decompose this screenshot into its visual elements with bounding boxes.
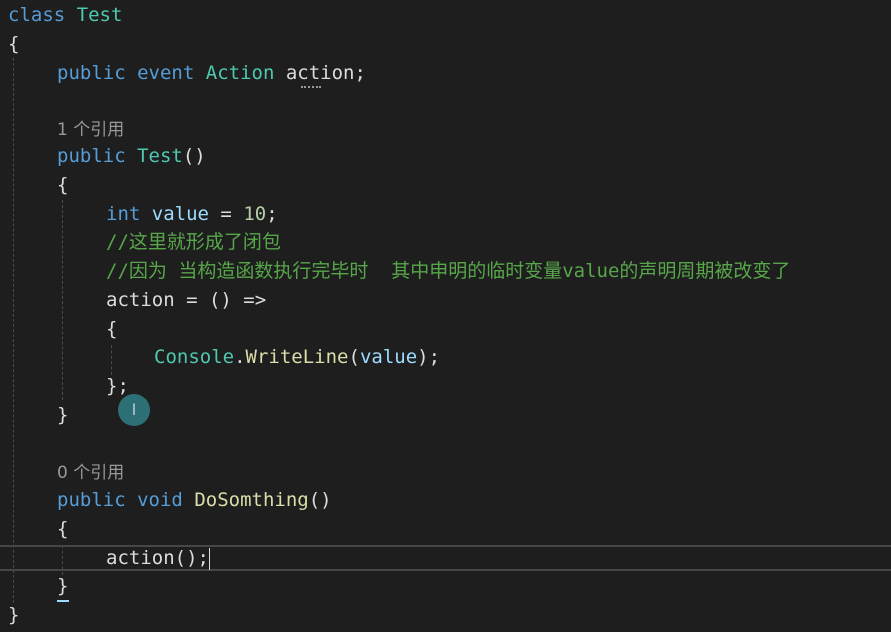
operator: = [208, 203, 244, 225]
class-name: Test [76, 4, 123, 26]
suggestion-dots[interactable] [301, 82, 321, 88]
code-line-7[interactable]: int value = 10; [106, 200, 278, 228]
parens: () [308, 489, 332, 511]
brace: { [106, 318, 118, 340]
codelens-label[interactable]: 0 个引用 [57, 463, 124, 483]
codelens-references-method[interactable]: 0 个引用 [57, 459, 124, 487]
paren: ( [348, 346, 360, 368]
keyword: public [57, 489, 126, 511]
code-line-17[interactable]: { [57, 515, 68, 543]
brace: } [8, 604, 20, 626]
comment: //这里就形成了闭包 [106, 231, 281, 253]
variable-name: value [151, 203, 209, 225]
brace: { [8, 33, 20, 55]
keyword: event [137, 62, 195, 84]
indent-guide-ctor [62, 200, 63, 400]
brace: { [57, 518, 69, 540]
keyword: public [57, 145, 126, 167]
codelens-references-ctor[interactable]: 1 个引用 [57, 116, 124, 144]
code-line-14[interactable]: } [57, 401, 68, 429]
method-name: DoSomthing [194, 489, 309, 511]
indent-guide-lambda [111, 345, 112, 375]
text-caret [208, 547, 210, 570]
code-line-8[interactable]: //这里就形成了闭包 [106, 228, 281, 256]
method-name: WriteLine [245, 346, 349, 368]
type-name: Action [205, 62, 275, 84]
keyword: class [8, 4, 66, 26]
method-call: action(); [106, 547, 209, 569]
code-line-6[interactable]: { [57, 171, 68, 199]
field-name: action [285, 62, 355, 84]
code-line-18[interactable]: action(); [106, 544, 210, 572]
code-editor[interactable]: class Test { public event Action action;… [0, 0, 891, 632]
ibeam-cursor-icon: I [131, 400, 137, 419]
code-line-16[interactable]: public void DoSomthing() [57, 486, 332, 514]
mouse-cursor-indicator: I [118, 394, 150, 426]
semicolon: ; [354, 62, 366, 84]
code-line-19[interactable]: } [57, 572, 68, 600]
brace-match-underline [57, 600, 69, 602]
keyword: void [137, 489, 183, 511]
code-line-10[interactable]: action = () => [106, 286, 266, 314]
type-name: Console [154, 346, 235, 368]
brace: } [57, 404, 69, 426]
keyword: public [57, 62, 126, 84]
argument: value [359, 346, 418, 368]
comment: //因为 当构造函数执行完毕时 其中申明的临时变量value的声明周期被改变了 [106, 260, 791, 282]
code-line-20[interactable]: } [8, 601, 19, 629]
code-line-1[interactable]: class Test [8, 1, 122, 29]
brace: { [57, 174, 69, 196]
lambda-close: }; [106, 375, 129, 397]
parens: () [182, 145, 206, 167]
codelens-label[interactable]: 1 个引用 [57, 120, 124, 140]
number-literal: 10 [243, 203, 267, 225]
code-line-9[interactable]: //因为 当构造函数执行完毕时 其中申明的临时变量value的声明周期被改变了 [106, 257, 790, 285]
code-line-5[interactable]: public Test() [57, 142, 206, 170]
indent-guide-class [13, 58, 14, 603]
code-line-11[interactable]: { [106, 315, 117, 343]
keyword: int [106, 203, 141, 225]
code-line-12[interactable]: Console.WriteLine(value); [154, 343, 440, 371]
brace: } [57, 575, 69, 597]
paren-semicolon: ); [417, 346, 441, 368]
code-line-2[interactable]: { [8, 30, 19, 58]
semicolon: ; [266, 203, 278, 225]
lambda-assignment: action = () => [106, 289, 267, 311]
dot: . [234, 346, 246, 368]
constructor-name: Test [137, 145, 183, 167]
